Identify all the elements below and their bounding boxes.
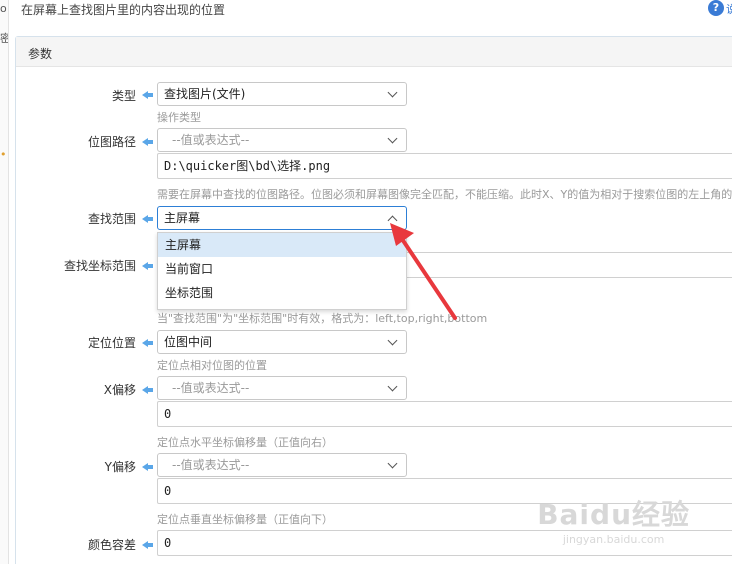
type-hint: 操作类型 xyxy=(157,111,201,124)
chevron-down-icon xyxy=(387,335,398,346)
type-select[interactable]: 查找图片(文件) xyxy=(157,82,407,106)
x-offset-placeholder: --值或表达式-- xyxy=(172,381,250,395)
edge-text: o xyxy=(0,2,7,15)
path-placeholder: --值或表达式-- xyxy=(172,133,250,147)
left-window-edge: o 密 • xyxy=(0,0,9,564)
watermark-sub: jingyan.baidu.com xyxy=(562,533,665,546)
anchor-value: 位图中间 xyxy=(164,335,213,349)
chevron-down-icon xyxy=(387,133,398,144)
type-label: 类型 xyxy=(111,89,136,103)
window-title: 在屏幕上查找图片里的内容出现的位置 xyxy=(21,3,226,17)
y-offset-label: Y偏移 xyxy=(104,460,136,474)
x-offset-expression-select[interactable]: --值或表达式-- xyxy=(157,376,407,400)
help-text-cut[interactable]: 说 xyxy=(726,1,732,17)
x-offset-input[interactable]: 0 xyxy=(157,401,732,427)
tolerance-label: 颜色容差 xyxy=(87,538,136,552)
anchor-hint: 定位点相对位图的位置 xyxy=(157,359,267,372)
scope-option-coord-range[interactable]: 坐标范围 xyxy=(158,281,406,305)
x-offset-label: X偏移 xyxy=(103,383,136,397)
scope-value: 主屏幕 xyxy=(164,211,201,225)
chevron-down-icon xyxy=(387,381,398,392)
path-input[interactable]: D:\quicker图\bd\选择.png xyxy=(157,153,732,179)
window-header: 在屏幕上查找图片里的内容出现的位置 ? 说 xyxy=(9,0,732,28)
chevron-up-icon xyxy=(387,215,398,226)
anchor-select[interactable]: 位图中间 xyxy=(157,330,407,354)
arrow-left-icon[interactable] xyxy=(142,213,154,225)
watermark-main: Baidu经验 xyxy=(537,498,690,531)
edge-text: 密 xyxy=(0,30,8,46)
y-offset-placeholder: --值或表达式-- xyxy=(172,458,250,472)
anchor-label: 定位位置 xyxy=(87,336,136,350)
watermark-logo: Baidu经验 jingyan.baidu.com xyxy=(537,493,690,546)
arrow-left-icon[interactable] xyxy=(142,89,154,101)
help-circle-icon[interactable]: ? xyxy=(708,0,724,16)
panel-header: 参数 xyxy=(16,37,732,67)
path-expression-select[interactable]: --值或表达式-- xyxy=(157,128,407,152)
scope-label: 查找范围 xyxy=(87,212,136,226)
scope-option-current-window[interactable]: 当前窗口 xyxy=(158,257,406,281)
arrow-left-icon[interactable] xyxy=(142,384,154,396)
arrow-left-icon[interactable] xyxy=(142,260,154,272)
arrow-left-icon[interactable] xyxy=(142,539,154,551)
scope-select[interactable]: 主屏幕 xyxy=(157,206,407,230)
path-label: 位图路径 xyxy=(87,135,136,149)
y-offset-expression-select[interactable]: --值或表达式-- xyxy=(157,453,407,477)
path-hint: 需要在屏幕中查找的位图路径。位图必须和屏幕图像完全匹配，不能压缩。此时X、Y的值… xyxy=(157,188,732,201)
chevron-down-icon xyxy=(387,458,398,469)
panel-title: 参数 xyxy=(28,47,53,61)
x-offset-hint: 定位点水平坐标偏移量（正值向右） xyxy=(157,436,333,449)
arrow-left-icon[interactable] xyxy=(142,136,154,148)
scope-option-main-screen[interactable]: 主屏幕 xyxy=(158,233,406,257)
coord-range-label: 查找坐标范围 xyxy=(63,259,136,273)
arrow-left-icon[interactable] xyxy=(142,337,154,349)
scope-dropdown-list: 主屏幕 当前窗口 坐标范围 xyxy=(157,232,407,310)
type-value: 查找图片(文件) xyxy=(164,87,246,101)
arrow-left-icon[interactable] xyxy=(142,461,154,473)
y-offset-hint: 定位点垂直坐标偏移量（正值向下） xyxy=(157,513,333,526)
coord-range-hint: 当"查找范围"为"坐标范围"时有效，格式为：left,top,right,bot… xyxy=(157,312,488,325)
chevron-down-icon xyxy=(387,87,398,98)
